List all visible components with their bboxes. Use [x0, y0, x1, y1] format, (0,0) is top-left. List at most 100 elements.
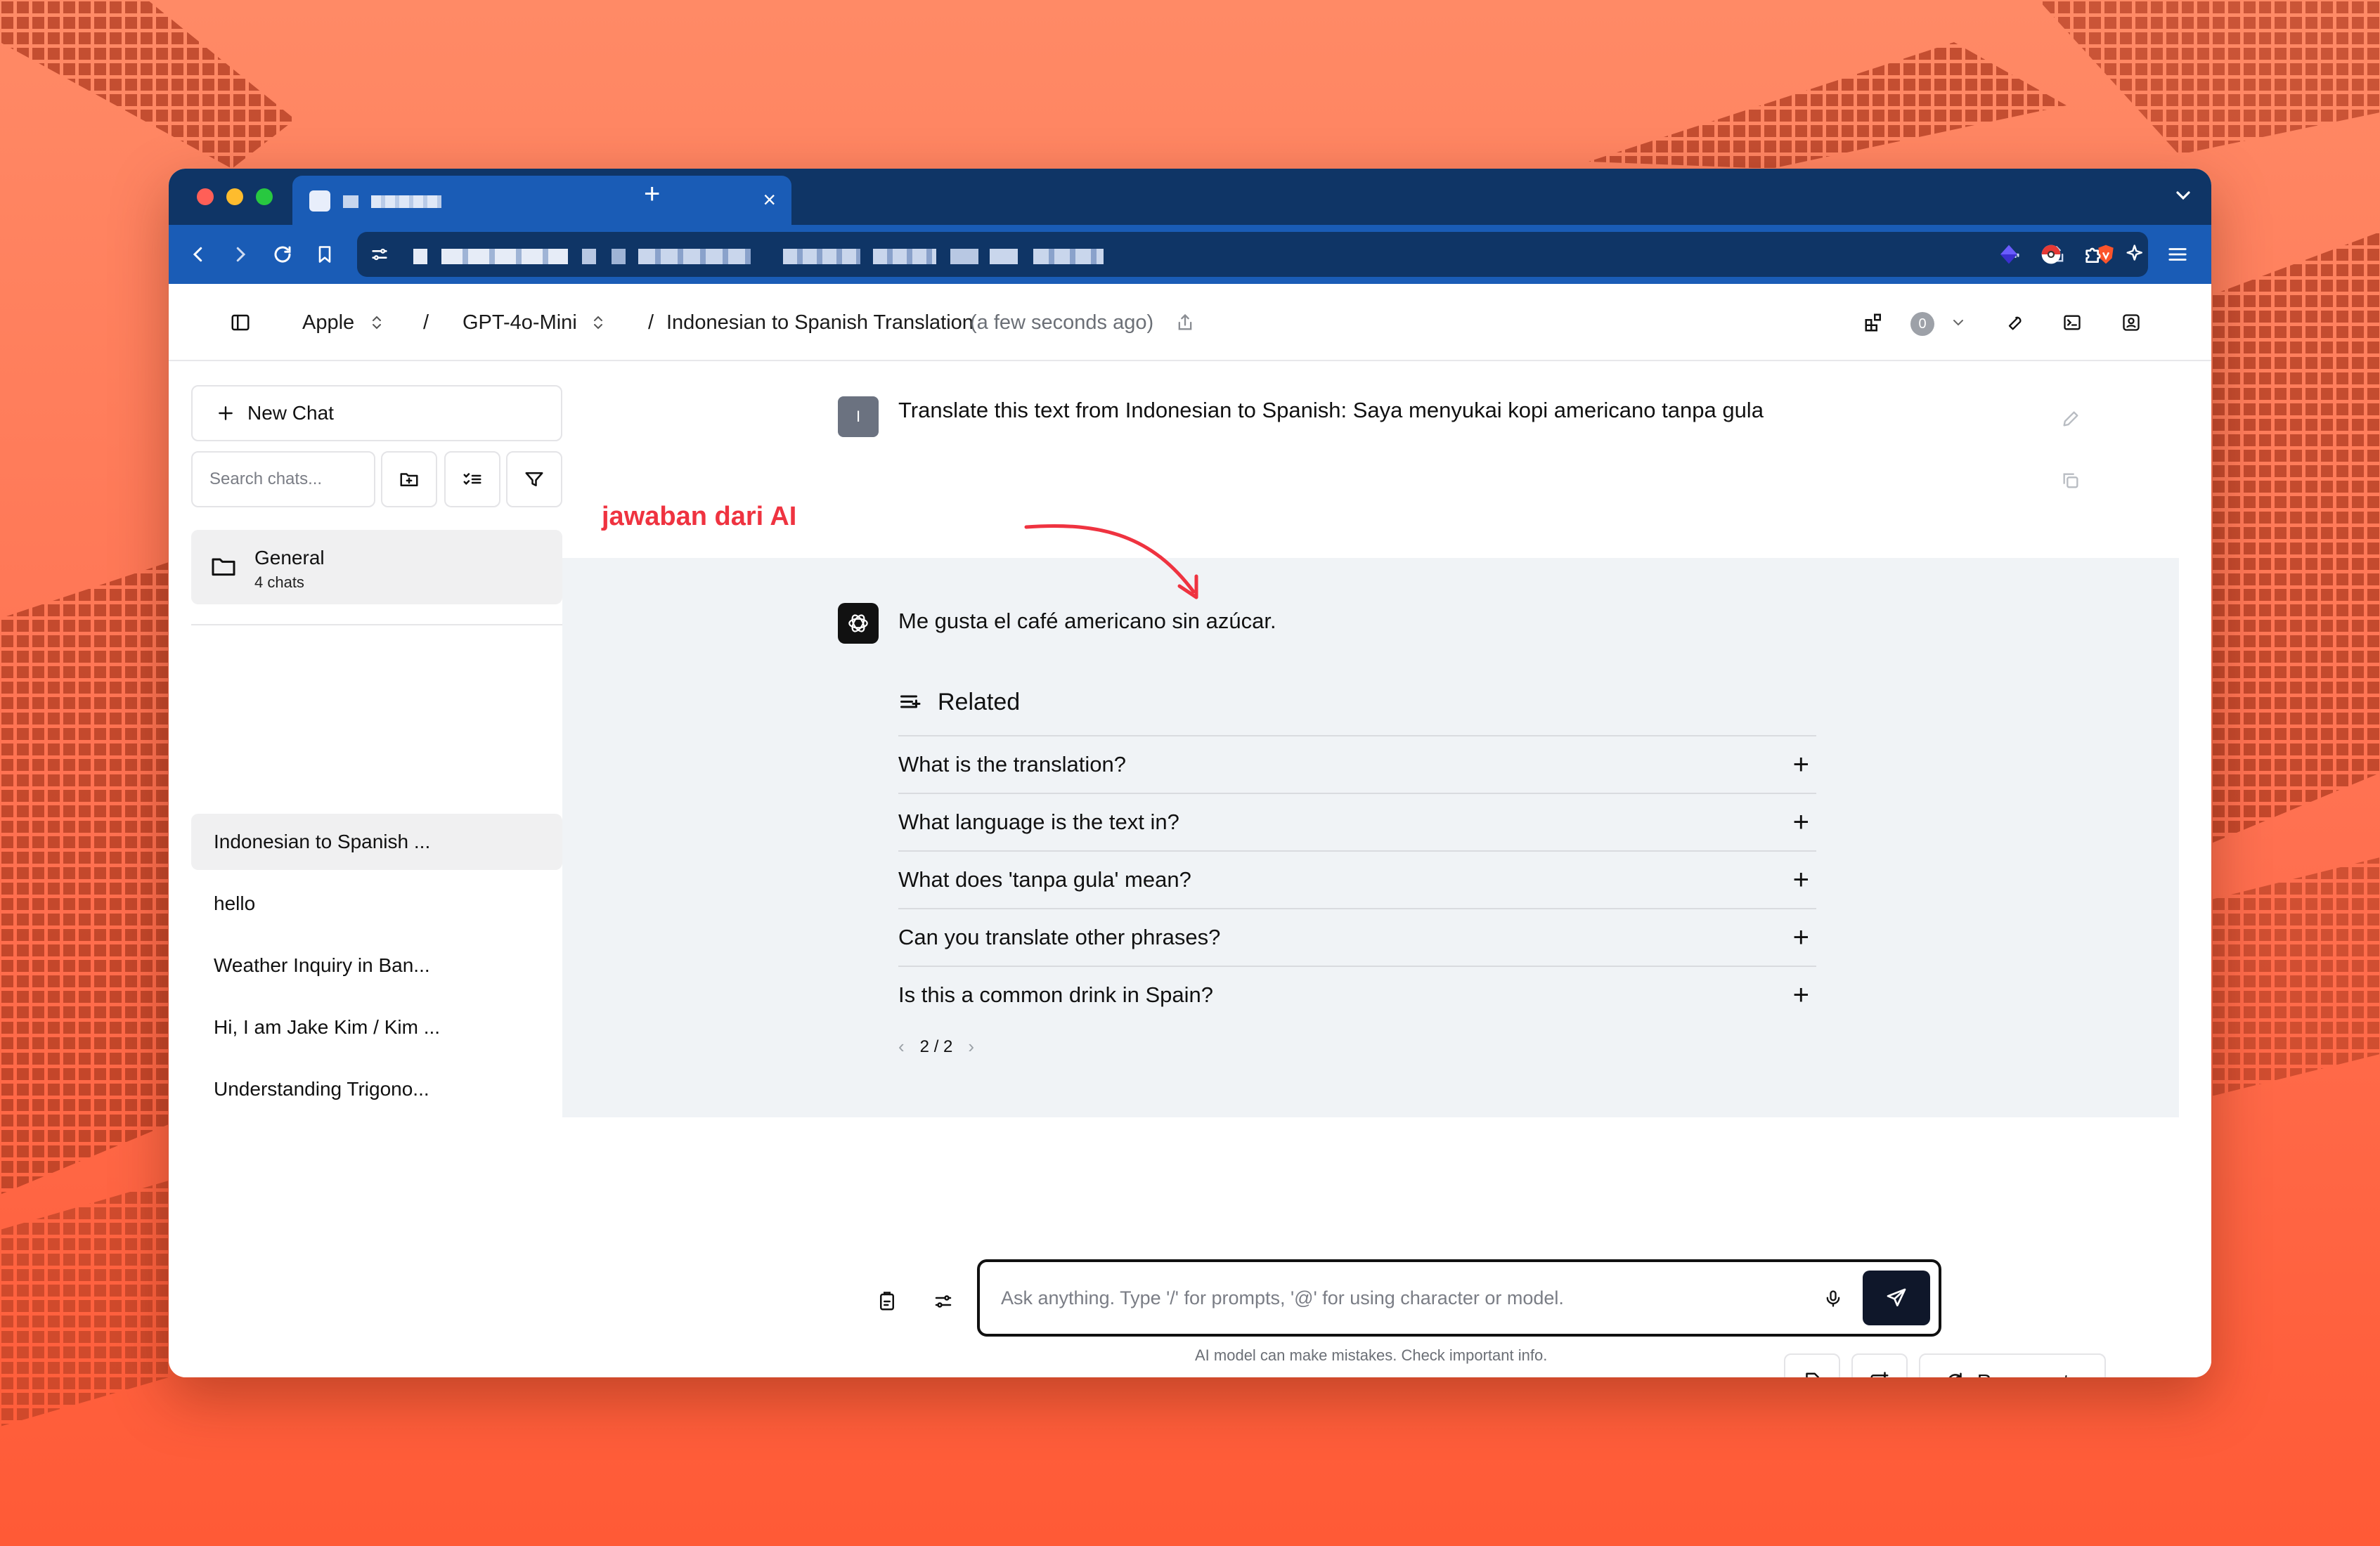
window-controls [197, 188, 273, 205]
select-chats-button[interactable] [444, 451, 500, 507]
next-response-chevron-icon[interactable]: › [968, 1036, 974, 1058]
extension-diamond-icon[interactable] [1993, 239, 2024, 270]
extension-pokeball-icon[interactable] [2036, 239, 2067, 270]
chat-list-item[interactable]: Understanding Trigono... [191, 1061, 562, 1117]
workspace-selector[interactable]: Apple [302, 284, 385, 361]
share-chat-icon[interactable] [1170, 307, 1201, 338]
related-question[interactable]: What is the translation? + [898, 735, 1816, 793]
url-redacted [1033, 249, 1104, 264]
regenerate-button[interactable]: Regenerate [1919, 1353, 2106, 1377]
extensions-puzzle-icon[interactable] [2078, 239, 2109, 270]
microphone-icon[interactable] [1818, 1283, 1849, 1314]
chat-timestamp: (a few seconds ago) [970, 311, 1154, 334]
copy-icon[interactable] [2055, 465, 2086, 496]
chat-list-item[interactable]: Weather Inquiry in Ban... [191, 937, 562, 994]
breadcrumb-separator: / [648, 311, 654, 334]
count-badge: 0 [1910, 312, 1934, 336]
chat-list-item[interactable]: Indonesian to Spanish ... [191, 814, 562, 870]
url-redacted [990, 249, 1018, 264]
new-folder-button[interactable] [381, 451, 437, 507]
chat-input[interactable]: Ask anything. Type '/' for prompts, '@' … [977, 1259, 1941, 1337]
chevron-updown-icon [373, 316, 382, 330]
annotation-label: jawaban dari AI [602, 502, 797, 531]
ai-response-block: Me gusta el café americano sin azúcar. R… [562, 558, 2179, 1117]
folder-general[interactable]: General 4 chats [191, 530, 562, 604]
apps-grid-icon[interactable] [1858, 307, 1889, 338]
url-redacted [441, 249, 568, 264]
file-import-icon [1806, 1372, 1819, 1377]
menu-icon[interactable] [2162, 239, 2193, 270]
send-icon [1887, 1288, 1906, 1306]
wrench-icon[interactable] [1999, 307, 2030, 338]
user-avatar: I [838, 396, 879, 437]
chat-main: I Translate this text from Indonesian to… [562, 361, 2211, 1377]
clipboard-icon[interactable] [872, 1286, 903, 1317]
sidebar-toggle-icon[interactable] [225, 307, 256, 338]
related-question[interactable]: Can you translate other phrases? + [898, 908, 1816, 966]
related-question-text: What language is the text in? [898, 810, 1179, 834]
plus-icon [219, 406, 233, 420]
url-redacted [638, 249, 751, 264]
related-question-text: Can you translate other phrases? [898, 925, 1221, 949]
browser-tab[interactable]: × [292, 176, 791, 225]
address-bar[interactable] [357, 232, 2148, 277]
chat-input-placeholder: Ask anything. Type '/' for prompts, '@' … [1001, 1287, 1564, 1308]
minimize-window-button[interactable] [226, 188, 243, 205]
checklist-icon [463, 473, 481, 486]
pager-label: 2 / 2 [919, 1037, 953, 1056]
folder-count: 4 chats [254, 573, 304, 591]
user-profile-icon[interactable] [2116, 307, 2147, 338]
edit-pencil-icon[interactable] [2055, 403, 2086, 434]
filter-button[interactable] [506, 451, 562, 507]
url-redacted [783, 249, 860, 264]
refresh-icon [1948, 1372, 1962, 1377]
plus-icon: + [1792, 807, 1809, 838]
chat-list-item[interactable]: Hi, I am Jake Kim / Kim ... [191, 999, 562, 1055]
related-list-icon [900, 695, 921, 708]
title-bar: × + [169, 169, 2211, 225]
related-question[interactable]: What does 'tanpa gula' mean? + [898, 850, 1816, 908]
related-question-text: What is the translation? [898, 752, 1126, 777]
tab-close-icon[interactable]: × [763, 186, 776, 214]
regenerate-label: Regenerate [1977, 1370, 2080, 1377]
prev-response-chevron-icon[interactable]: ‹ [898, 1036, 905, 1058]
app-header: Apple / GPT-4o-Mini / Indonesian to Span… [169, 284, 2211, 361]
url-redacted [873, 249, 936, 264]
related-question[interactable]: Is this a common drink in Spain? + [898, 966, 1816, 1023]
settings-sliders-icon[interactable] [928, 1286, 959, 1317]
close-window-button[interactable] [197, 188, 214, 205]
annotation-arrow-icon [1024, 524, 1198, 599]
terminal-icon[interactable] [2057, 307, 2088, 338]
sidebar-divider [191, 624, 562, 625]
chat-title[interactable]: Indonesian to Spanish Translation [666, 284, 974, 361]
model-label: GPT-4o-Mini [463, 311, 577, 334]
related-list: What is the translation? + What language … [898, 735, 1816, 1023]
chat-list-item[interactable]: hello [191, 876, 562, 932]
openai-logo-icon [838, 603, 879, 644]
new-tab-button[interactable]: + [644, 177, 660, 211]
site-settings-icon[interactable] [364, 239, 395, 270]
new-chat-button[interactable]: New Chat [191, 385, 562, 441]
url-redacted [582, 249, 596, 264]
upload-file-button[interactable] [1784, 1353, 1840, 1377]
send-button[interactable] [1863, 1271, 1930, 1325]
related-question[interactable]: What language is the text in? + [898, 793, 1816, 850]
bookmark-icon[interactable] [309, 239, 340, 270]
generate-image-button[interactable] [1851, 1353, 1908, 1377]
url-redacted [950, 249, 978, 264]
tab-title-redacted-text [371, 195, 441, 208]
leo-ai-sparkle-icon[interactable] [2120, 239, 2151, 270]
image-plus-icon [1870, 1372, 1889, 1377]
reload-icon[interactable] [267, 239, 298, 270]
chevron-down-icon[interactable] [1943, 307, 1974, 338]
search-chats-input[interactable]: Search chats... [191, 451, 375, 507]
workspace-label: Apple [302, 311, 355, 334]
maximize-window-button[interactable] [256, 188, 273, 205]
model-selector[interactable]: GPT-4o-Mini [463, 284, 607, 361]
plus-icon: + [1792, 980, 1809, 1011]
plus-icon: + [1792, 749, 1809, 780]
forward-icon[interactable] [225, 239, 256, 270]
back-icon[interactable] [183, 239, 214, 270]
tab-list-chevron-icon[interactable] [2172, 184, 2194, 210]
browser-window: × + Apple / GPT-4o-Mini / Indonesian to … [169, 169, 2211, 1377]
